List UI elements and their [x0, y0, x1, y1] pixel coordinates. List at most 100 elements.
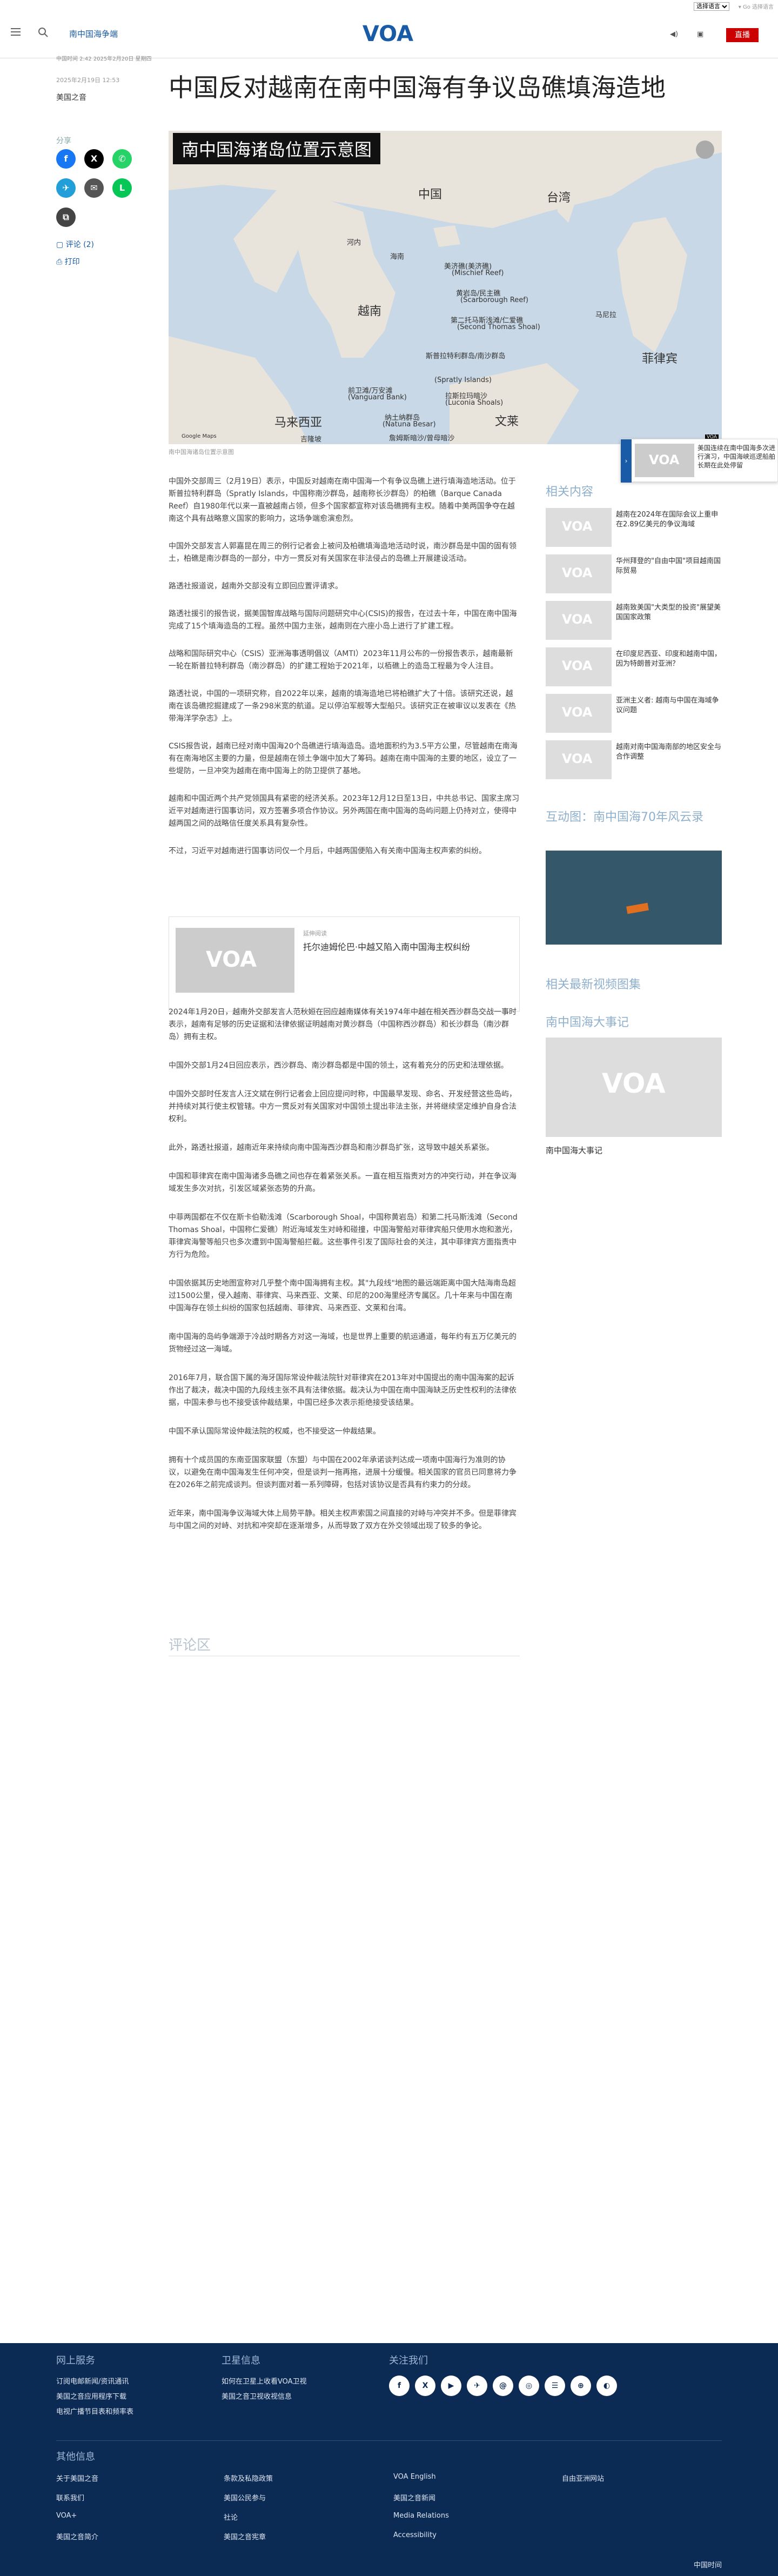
- voa-logo-mini: VOA: [562, 705, 593, 720]
- search-icon[interactable]: [38, 27, 49, 38]
- footer-link[interactable]: 订阅电邮新闻/资讯通讯: [56, 2376, 129, 2386]
- rail-item[interactable]: VOA 在印度尼西亚、印度和越南中国，因为特朗普对亚洲？: [546, 647, 722, 691]
- footer-link[interactable]: 条款及私隐政策: [224, 2473, 273, 2483]
- paragraph: 不过，习近平对越南进行国事访问仅一个月后，中越两国便陷入有关南中国海主权声索的纠…: [169, 847, 486, 855]
- expand-icon[interactable]: [696, 140, 714, 159]
- arrow-icon[interactable]: ›: [621, 439, 632, 483]
- rail-thumbnail: VOA: [546, 554, 612, 593]
- audio-icon[interactable]: ◀): [670, 30, 681, 39]
- comment-icon: ▢: [56, 240, 66, 249]
- footer-link[interactable]: 美国之音新闻: [393, 2492, 435, 2503]
- map-label-china: 中国: [418, 188, 442, 202]
- footer-link[interactable]: 社论: [224, 2512, 238, 2522]
- paragraph: 中国外交部1月24日回应表示，西沙群岛、南沙群岛都是中国的领土，这有着充分的历史…: [169, 1061, 508, 1070]
- related-article-card[interactable]: VOA 延伸阅读 托尔迪姆伦巴·中越又陷入南中国海主权纠纷: [169, 916, 520, 1012]
- paragraph: 中国和菲律宾在南中国海诸多岛礁之间也存在着紧张关系。一直在相互指责对方的冲突行动…: [169, 1172, 517, 1193]
- print-link-label: 打印: [64, 258, 80, 266]
- interactive-title[interactable]: 互动图：南中国海70年风云录: [546, 809, 722, 826]
- rail-item[interactable]: VOA 越南对南中国海南部的地区安全与合作调整: [546, 740, 722, 784]
- rail-thumbnail: VOA: [546, 694, 612, 733]
- whatsapp-share-icon[interactable]: ✆: [112, 149, 132, 169]
- telegram-icon[interactable]: ✈: [467, 2376, 487, 2396]
- paragraph: 路透社援引的报告说，据美国智库战略与国际问题研究中心(CSIS)的报告，在过去十…: [169, 610, 517, 631]
- events-image[interactable]: VOA: [546, 1038, 722, 1137]
- rail-item[interactable]: VOA 华州拜登的"自由中国"项目越南国际贸易: [546, 554, 722, 598]
- footer-link[interactable]: 美国之音简介: [56, 2531, 98, 2541]
- sticky-thumbnail: VOA: [635, 444, 694, 477]
- paragraph: 路透社说，中国的一项研究称，自2022年以来，越南的填海造地已将柏礁扩大了十倍。…: [169, 690, 516, 723]
- footer-link[interactable]: Media Relations: [393, 2512, 449, 2520]
- events-caption[interactable]: 南中国海大事记: [546, 1145, 602, 1156]
- rail-thumbnail: VOA: [546, 508, 612, 547]
- interactive-image[interactable]: [546, 851, 722, 945]
- map-caption: 南中国海诸岛位置示意图: [169, 449, 234, 456]
- paragraph: 中国外交部发言人郭嘉昆在周三的例行记者会上被问及柏礁填海造地活动时说，南沙群岛是…: [169, 542, 517, 563]
- footer-link[interactable]: 如何在卫星上收看VOA卫视: [222, 2376, 307, 2386]
- print-icon: ⎙: [56, 258, 65, 266]
- threads-icon[interactable]: @: [493, 2376, 513, 2396]
- footer-link[interactable]: VOA+: [56, 2512, 77, 2520]
- footer-link[interactable]: 关于美国之音: [56, 2473, 98, 2483]
- paragraph: 越南和中国近两个共产党领国具有紧密的经济关系。2023年12月12日至13日，中…: [169, 794, 520, 828]
- paragraph: 中国外交部周三（2月19日）表示，中国反对越南在南中国海一个有争议岛礁上进行填海…: [169, 477, 516, 523]
- footer-link[interactable]: 美国之音应用程序下载: [56, 2391, 126, 2401]
- paragraph: 2024年1月20日，越南外交部发言人范秋姮在回应越南媒体有关1974年中越在相…: [169, 1008, 517, 1041]
- article-body-2: 2024年1月20日，越南外交部发言人范秋姮在回应越南媒体有关1974年中越在相…: [169, 1006, 520, 1549]
- telegram-share-icon[interactable]: ✈: [56, 178, 76, 198]
- paragraph: 中国依据其历史地图宣称对几乎整个南中国海拥有主权。其"九段线"地图的最远端距离中…: [169, 1279, 516, 1313]
- related-headline[interactable]: 托尔迪姆伦巴·中越又陷入南中国海主权纠纷: [303, 940, 470, 953]
- instagram-icon[interactable]: ◎: [519, 2376, 539, 2396]
- email-share-icon[interactable]: ✉: [84, 178, 104, 198]
- map-label-philippines: 菲律宾: [642, 352, 678, 366]
- footer-link[interactable]: 联系我们: [56, 2492, 84, 2503]
- rail-item-text: 亚洲主义者: 越南与中国在海域争议问题: [616, 697, 719, 714]
- footer-link[interactable]: 美国之音宪章: [224, 2531, 266, 2541]
- map-label-vanguard-en: (Vanguard Bank): [348, 393, 407, 402]
- section-link[interactable]: 南中国海争端: [69, 28, 118, 39]
- rail-item[interactable]: VOA 越南在2024年在国际会议上重申在2.89亿美元的争议海域: [546, 508, 722, 551]
- podcast-icon[interactable]: ⊕: [571, 2376, 591, 2396]
- youtube-icon[interactable]: ▶: [441, 2376, 461, 2396]
- paragraph: 此外，路透社报道，越南近年来持续向南中国海西沙群岛和南沙群岛扩张，这导致中越关系…: [169, 1143, 494, 1152]
- footer-link[interactable]: 美国公民参与: [224, 2492, 266, 2503]
- rail-item[interactable]: VOA 越南致美国"大类型的投资"展望美国国家政策: [546, 601, 722, 644]
- footer-link[interactable]: VOA English: [393, 2473, 436, 2481]
- footer-other-title: 其他信息: [56, 2451, 95, 2463]
- copy-link-icon[interactable]: ⧉: [56, 208, 76, 227]
- voa-logo[interactable]: VOA: [361, 21, 415, 45]
- footer-link[interactable]: 电视广播节目表和频率表: [56, 2406, 133, 2416]
- rail-item[interactable]: VOA 亚洲主义者: 越南与中国在海域争议问题: [546, 694, 722, 737]
- menu-icon[interactable]: [11, 28, 21, 36]
- footer-link[interactable]: 自由亚洲网站: [562, 2473, 604, 2483]
- map-image: 南中国海诸岛位置示意图 中国 台湾 河内 海南 越南 美济礁(美济礁) (Mis…: [169, 131, 722, 444]
- footer-link[interactable]: 美国之音卫视收视信息: [222, 2391, 292, 2401]
- live-button[interactable]: 直播: [726, 28, 759, 42]
- rss-icon[interactable]: ☰: [545, 2376, 565, 2396]
- map-label-hanoi: 河内: [347, 239, 361, 247]
- subscribe-icon[interactable]: ◐: [596, 2376, 617, 2396]
- map-label-malaysia: 马来西亚: [274, 416, 323, 430]
- sticky-text: 美国连续在南中国海多次进行演习，中国海峡巡逻船舶长期在此处停留: [697, 444, 776, 469]
- x-icon[interactable]: X: [415, 2376, 435, 2396]
- video-icon[interactable]: ▣: [697, 30, 708, 39]
- sticky-related-card[interactable]: › VOA 美国连续在南中国海多次进行演习，中国海峡巡逻船舶长期在此处停留: [620, 439, 778, 483]
- voa-logo-mini: VOA: [562, 612, 593, 627]
- map-label-scarborough-en: (Scarborough Reef): [460, 296, 528, 304]
- map-label-second-thomas-en: (Second Thomas Shoal): [457, 323, 540, 331]
- x-share-icon[interactable]: X: [84, 149, 104, 169]
- comments-link[interactable]: ▢ 评论 (2): [56, 239, 94, 250]
- sea-patrol-image: [546, 851, 722, 945]
- facebook-icon[interactable]: f: [389, 2376, 410, 2396]
- print-link[interactable]: ⎙ 打印: [56, 256, 80, 267]
- events-title[interactable]: 南中国海大事记: [546, 1013, 629, 1030]
- language-select[interactable]: 选择语言: [694, 2, 729, 11]
- voa-logo-mini: VOA: [649, 452, 680, 467]
- facebook-share-icon[interactable]: f: [56, 149, 76, 169]
- video-gallery-title[interactable]: 相关最新视频图集: [546, 975, 641, 992]
- paragraph: CSIS报告说，越南已经对南中国海20个岛礁进行填海造岛。造地面积约为3.5平方…: [169, 742, 518, 775]
- footer-follow-title: 关注我们: [389, 2355, 428, 2366]
- map-credit: Google Maps: [182, 433, 217, 439]
- map-title: 南中国海诸岛位置示意图: [173, 133, 381, 164]
- line-share-icon[interactable]: L: [112, 178, 132, 198]
- footer-link[interactable]: Accessibility: [393, 2531, 437, 2539]
